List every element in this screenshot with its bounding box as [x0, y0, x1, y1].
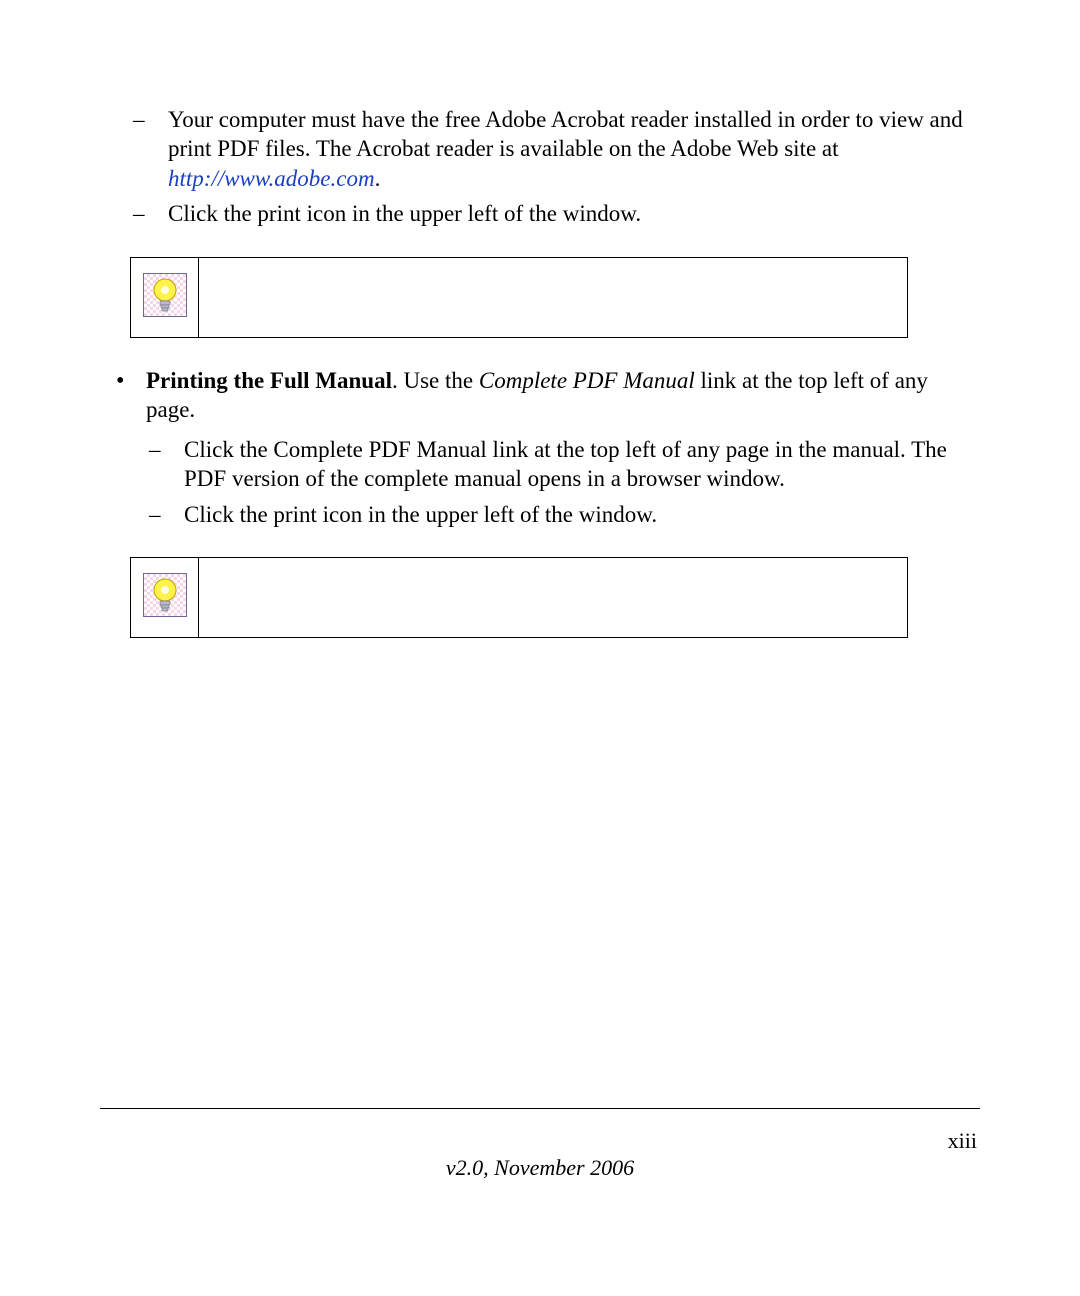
- sub-list-1: Your computer must have the free Adobe A…: [100, 105, 980, 229]
- list-item: Printing the Full Manual. Use the Comple…: [130, 366, 980, 529]
- tip-icon-cell: [131, 257, 199, 337]
- tip-lightbulb-icon: [143, 573, 187, 617]
- list-item: Click the Complete PDF Manual link at th…: [184, 435, 980, 494]
- list-item: Click the print icon in the upper left o…: [184, 500, 980, 529]
- body-text: Click the Complete PDF Manual link at th…: [184, 437, 947, 491]
- document-page: Your computer must have the free Adobe A…: [0, 0, 1080, 1296]
- body-text: .: [375, 166, 381, 191]
- italic-term: Complete PDF Manual: [479, 368, 695, 393]
- tip-text-cell: [199, 257, 908, 337]
- bullet-list: Printing the Full Manual. Use the Comple…: [100, 366, 980, 529]
- tip-box-2: [130, 557, 908, 638]
- body-text: Your computer must have the free Adobe A…: [168, 107, 963, 161]
- list-item: Click the print icon in the upper left o…: [168, 199, 980, 228]
- tip-box-1: [130, 257, 908, 338]
- sub-list-2: Click the Complete PDF Manual link at th…: [146, 435, 980, 529]
- footer-rule: [100, 1108, 980, 1109]
- body-content: Your computer must have the free Adobe A…: [100, 105, 980, 638]
- body-text: Click the print icon in the upper left o…: [184, 502, 657, 527]
- list-item: Your computer must have the free Adobe A…: [168, 105, 980, 193]
- footer-version: v2.0, November 2006: [0, 1155, 1080, 1181]
- adobe-link[interactable]: http://www.adobe.com: [168, 166, 375, 191]
- body-text: . Use the: [392, 368, 479, 393]
- page-number: xiii: [948, 1128, 977, 1154]
- body-text: Click the print icon in the upper left o…: [168, 201, 641, 226]
- bullet-heading: Printing the Full Manual: [146, 368, 392, 393]
- tip-text-cell: [199, 557, 908, 637]
- tip-icon-cell: [131, 557, 199, 637]
- tip-lightbulb-icon: [143, 273, 187, 317]
